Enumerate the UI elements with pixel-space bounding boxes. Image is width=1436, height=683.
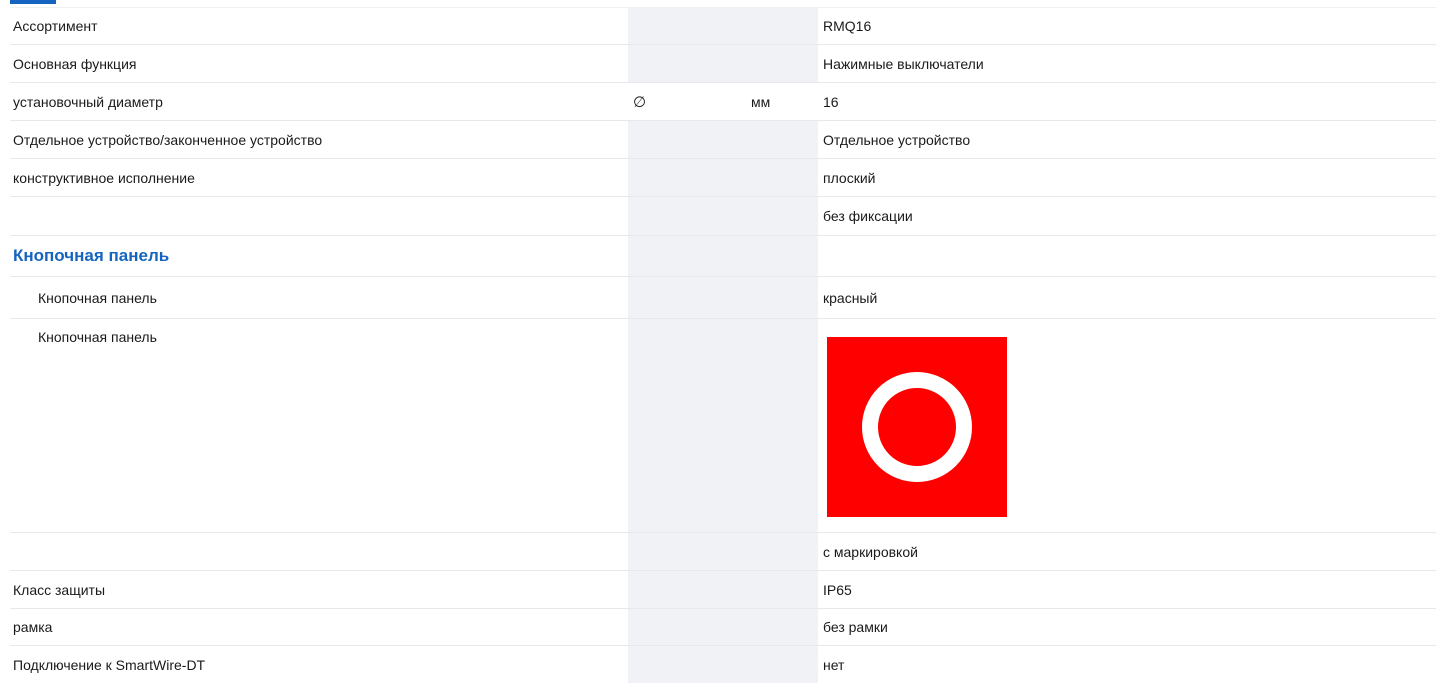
table-row-latching: без фиксации xyxy=(10,196,1436,235)
table-row-assortment: Ассортимент RMQ16 xyxy=(10,7,1436,44)
row-label: Отдельное устройство/законченное устройс… xyxy=(13,131,323,148)
table-row-plate-color: Кнопочная панель красный xyxy=(10,276,1436,318)
row-label: Кнопочная панель xyxy=(38,329,157,345)
table-row-protection-class: Класс защиты IP65 xyxy=(10,570,1436,608)
row-label: Кнопочная панель xyxy=(38,289,157,306)
row-label: Ассортимент xyxy=(13,18,98,34)
table-row-main-function: Основная функция Нажимные выключатели xyxy=(10,44,1436,82)
row-label: установочный диаметр xyxy=(13,93,163,110)
section-title: Кнопочная панель xyxy=(13,246,170,265)
row-value: Отдельное устройство xyxy=(823,131,971,148)
section-header-button-plate: Кнопочная панель xyxy=(10,235,1436,276)
row-label: Класс защиты xyxy=(13,581,106,598)
red-button-symbol-icon xyxy=(827,337,1007,517)
table-row-frame: рамка без рамки xyxy=(10,608,1436,645)
table-row-marking: с маркировкой xyxy=(10,532,1436,570)
row-label: Основная функция xyxy=(13,55,137,72)
table-row-device-type: Отдельное устройство/законченное устройс… xyxy=(10,120,1436,158)
table-row-design: конструктивное исполнение плоский xyxy=(10,158,1436,196)
row-value: IP65 xyxy=(823,581,852,598)
table-row-mounting-diameter: установочный диаметр ∅ мм 16 xyxy=(10,82,1436,120)
row-label: конструктивное исполнение xyxy=(13,169,195,186)
row-value: нет xyxy=(823,656,845,673)
row-value: RMQ16 xyxy=(823,18,872,34)
diameter-symbol: ∅ xyxy=(633,93,647,111)
row-value: плоский xyxy=(823,169,876,186)
properties-table: Ассортимент RMQ16 Основная функция Нажим… xyxy=(10,7,1436,683)
table-row-smartwire: Подключение к SmartWire-DT нет xyxy=(10,645,1436,683)
circle-symbol-icon xyxy=(862,372,972,482)
row-label: Подключение к SmartWire-DT xyxy=(13,656,206,673)
row-label: рамка xyxy=(13,619,53,635)
table-row-plate-image: Кнопочная панель xyxy=(10,318,1436,532)
row-value: без рамки xyxy=(823,619,888,635)
unit-label: мм xyxy=(751,93,771,110)
row-value: 16 xyxy=(823,93,839,110)
top-accent-bar xyxy=(10,0,56,4)
row-value: с маркировкой xyxy=(823,543,918,560)
row-value: без фиксации xyxy=(823,208,913,224)
row-value: Нажимные выключатели xyxy=(823,55,984,72)
row-value: красный xyxy=(823,289,878,306)
